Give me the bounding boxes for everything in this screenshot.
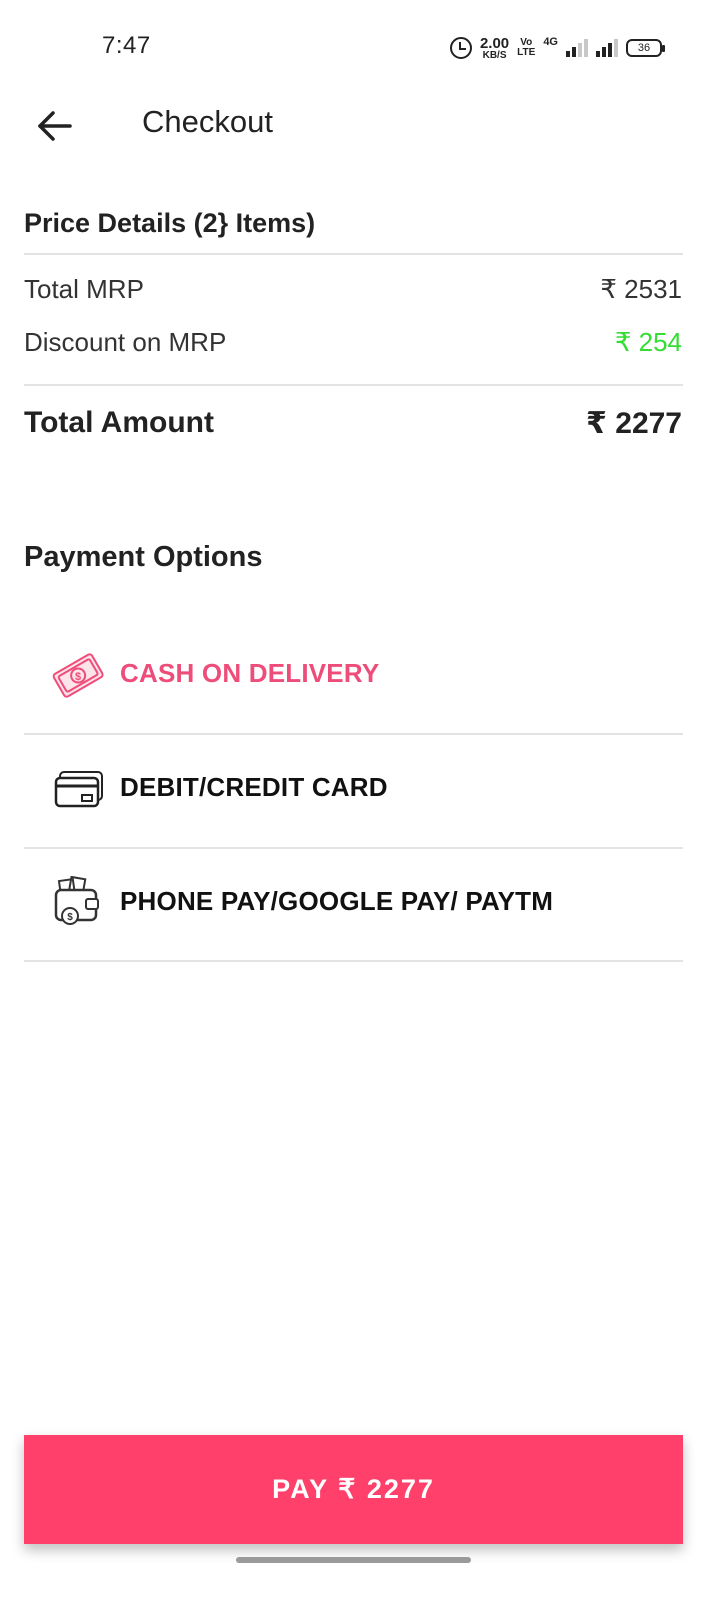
page-title: Checkout: [142, 104, 273, 139]
total-mrp-label: Total MRP: [24, 274, 144, 304]
battery-level: 36: [637, 42, 651, 54]
home-indicator[interactable]: [236, 1557, 471, 1563]
payment-option-cod[interactable]: $ CASH ON DELIVERY: [24, 620, 683, 732]
status-time: 7:47: [102, 32, 151, 59]
discount-label: Discount on MRP: [24, 327, 227, 357]
back-button[interactable]: [34, 106, 74, 146]
wallet-icon: $: [54, 876, 99, 925]
total-mrp-value: ₹ 2531: [600, 274, 682, 304]
network-type: 4G: [543, 36, 558, 48]
arrow-left-icon: [38, 111, 72, 141]
divider: [24, 253, 683, 255]
payment-option-upi[interactable]: $ PHONE PAY/GOOGLE PAY/ PAYTM: [24, 848, 683, 960]
discount-value: ₹ 254: [614, 327, 682, 357]
divider: [24, 960, 683, 962]
cash-icon: $: [52, 653, 104, 698]
payment-option-label: DEBIT/CREDIT CARD: [120, 772, 388, 802]
svg-text:$: $: [75, 671, 81, 683]
app-header: Checkout: [0, 92, 720, 158]
signal-icon-sim2: [596, 39, 618, 57]
volte-bottom: LTE: [517, 47, 536, 58]
svg-text:$: $: [67, 912, 73, 923]
pay-button[interactable]: PAY ₹ 2277: [24, 1435, 683, 1544]
price-details-title: Price Details (2} Items): [24, 208, 316, 238]
payment-option-card[interactable]: DEBIT/CREDIT CARD: [24, 734, 683, 846]
total-amount-value: ₹ 2277: [586, 407, 682, 440]
network-speed-unit: KB/S: [482, 49, 507, 61]
payment-option-label: CASH ON DELIVERY: [120, 658, 380, 688]
network-speed-value: 2.00: [479, 34, 510, 52]
alarm-icon: [449, 37, 472, 59]
status-icons: 2.00 KB/S Vo LTE 4G 36: [449, 34, 665, 62]
total-amount-label: Total Amount: [24, 406, 214, 439]
volte-icon: Vo LTE: [517, 38, 535, 58]
status-bar: 7:47 2.00 KB/S Vo LTE 4G 36: [0, 0, 720, 92]
credit-card-icon: [54, 771, 103, 808]
divider: [24, 384, 683, 386]
signal-icon-sim1: [566, 39, 588, 57]
payment-option-label: PHONE PAY/GOOGLE PAY/ PAYTM: [120, 886, 554, 916]
battery-icon: 36: [626, 39, 665, 57]
payment-options-title: Payment Options: [24, 541, 263, 573]
network-speed: 2.00 KB/S: [480, 36, 509, 61]
